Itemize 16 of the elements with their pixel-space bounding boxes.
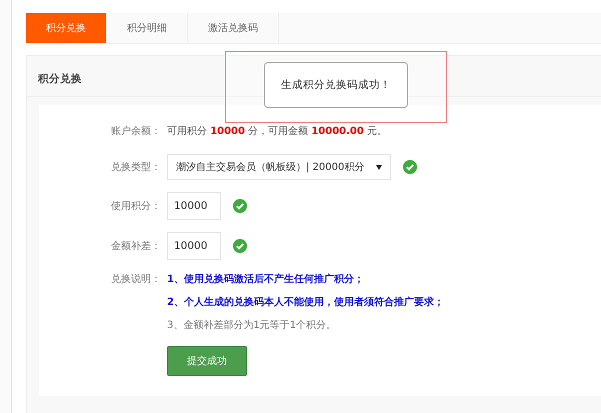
submit-button[interactable]: 提交成功 [167, 346, 247, 376]
toast-message: 生成积分兑换码成功！ [264, 62, 408, 108]
balance-text: 可用积分 10000 分，可用金额 10000.00 元。 [167, 124, 388, 138]
field-label: 金额补差： [110, 240, 162, 253]
note-text: 1、使用兑换码激活后不产生任何推广积分； [167, 272, 365, 286]
tab[interactable]: 积分兑换 [26, 13, 107, 43]
note-text: 2、个人生成的兑换码本人不能使用，使用者须符合推广要求； [167, 295, 444, 309]
field-label: 兑换类型： [110, 160, 162, 174]
field-label: 使用积分： [110, 200, 162, 213]
field-label: 账户余额： [110, 124, 162, 138]
caret-icon [376, 164, 382, 170]
input-field[interactable]: 10000 [167, 192, 221, 220]
note-text: 3、金额补差部分为1元等于1个积分。 [167, 318, 338, 332]
field-label: 兑换说明： [110, 272, 162, 286]
input-field[interactable]: 10000 [167, 232, 221, 260]
type-select[interactable]: 潮汐自主交易会员（帆板级）| 20000积分 [167, 154, 391, 180]
